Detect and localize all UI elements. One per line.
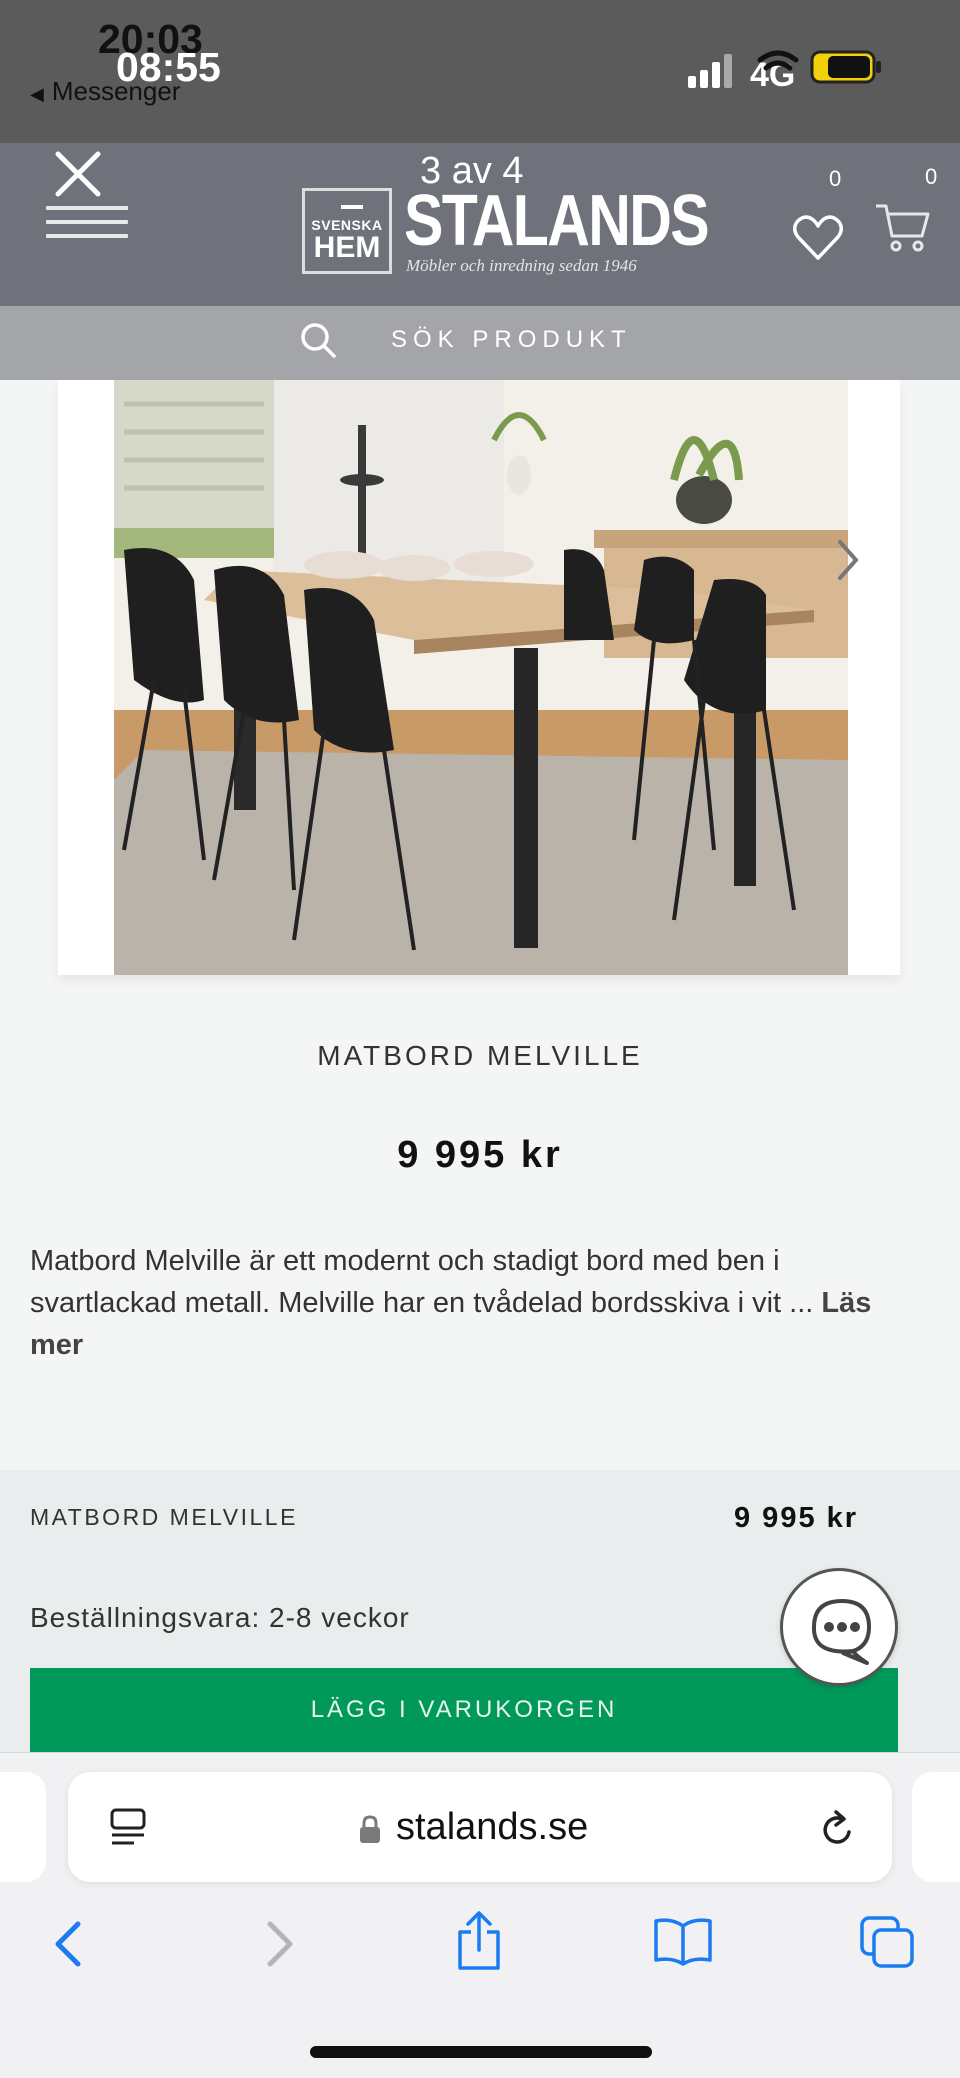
back-app-label: Messenger <box>51 76 181 106</box>
product-image[interactable] <box>114 380 848 975</box>
product-price: 9 995 kr <box>397 1134 563 1176</box>
logo-line2: HEM <box>313 231 381 264</box>
next-tab-peek[interactable] <box>912 1772 960 1882</box>
back-triangle-icon: ◀ <box>30 84 44 104</box>
chat-bubble-icon <box>811 1599 871 1665</box>
buy-panel-product-name: MATBORD MELVILLE <box>30 1504 298 1530</box>
menu-icon[interactable] <box>46 206 128 252</box>
page-menu-icon[interactable] <box>108 1806 148 1848</box>
close-icon[interactable] <box>52 148 104 200</box>
product-title: MATBORD MELVILLE <box>317 1040 643 1071</box>
chevron-right-icon[interactable] <box>836 538 862 582</box>
battery-icon <box>810 50 881 84</box>
brand-name[interactable]: STALANDS <box>404 180 710 262</box>
cart-icon[interactable] <box>874 200 930 254</box>
product-description: Matbord Melville är ett modernt och stad… <box>30 1240 930 1366</box>
chat-button[interactable] <box>780 1568 898 1686</box>
description-text: Matbord Melville är ett modernt och stad… <box>30 1245 814 1319</box>
add-to-cart-button[interactable]: LÄGG I VARUKORGEN <box>30 1668 898 1752</box>
delivery-status: Beställningsvara: 2-8 veckor <box>30 1602 410 1633</box>
wishlist-count: 0 <box>829 166 842 191</box>
cart-count: 0 <box>925 164 938 189</box>
back-to-app-link[interactable]: ◀ Messenger <box>30 76 180 107</box>
buy-panel-price: 9 995 kr <box>734 1502 859 1534</box>
home-indicator <box>310 2046 652 2058</box>
lock-icon <box>360 1815 380 1843</box>
share-icon[interactable] <box>454 1910 504 1972</box>
search-label[interactable]: SÖK PRODUKT <box>391 326 632 354</box>
search-icon[interactable] <box>298 320 338 360</box>
bookmarks-icon[interactable] <box>652 1916 714 1966</box>
previous-tab-peek[interactable] <box>0 1772 46 1882</box>
back-arrow-icon[interactable] <box>50 1918 86 1970</box>
brand-tagline: Möbler och inredning sedan 1946 <box>406 256 637 275</box>
url-text[interactable]: stalands.se <box>396 1806 588 1849</box>
forward-arrow-icon[interactable] <box>262 1918 298 1970</box>
heart-icon[interactable] <box>792 212 844 262</box>
tabs-icon[interactable] <box>858 1914 916 1970</box>
logo-badge[interactable]: SVENSKA HEM <box>302 188 392 274</box>
cellular-signal-icon <box>688 54 732 88</box>
status-icons: 4G <box>688 50 881 94</box>
reload-icon[interactable] <box>818 1808 858 1850</box>
